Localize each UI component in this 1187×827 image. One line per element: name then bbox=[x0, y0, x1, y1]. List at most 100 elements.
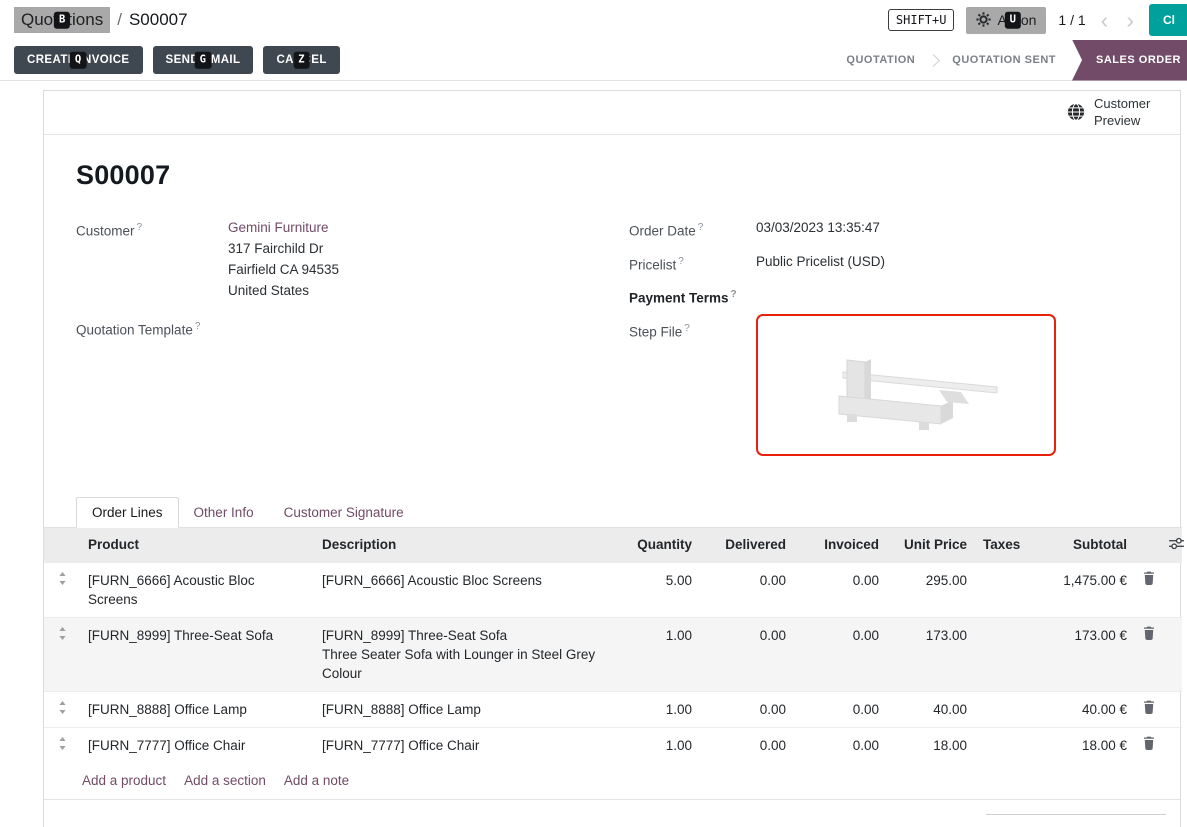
chevron-right-icon[interactable]: › bbox=[1123, 9, 1137, 32]
cell-invoiced[interactable]: 0.00 bbox=[794, 562, 887, 617]
order-date-field-value[interactable]: 03/03/2023 13:35:47 bbox=[756, 217, 1180, 242]
cell-description[interactable]: [FURN_7777] Office Chair bbox=[314, 727, 614, 763]
header-taxes: Taxes bbox=[975, 527, 1029, 562]
breadcrumb: Quotations B / S00007 bbox=[14, 7, 188, 33]
pager: 1 / 1 bbox=[1058, 12, 1085, 28]
customer-link[interactable]: Gemini Furniture bbox=[228, 220, 329, 235]
cell-quantity[interactable]: 5.00 bbox=[614, 562, 700, 617]
cell-invoiced[interactable]: 0.00 bbox=[794, 727, 887, 763]
cell-quantity[interactable]: 1.00 bbox=[614, 727, 700, 763]
cell-delivered[interactable]: 0.00 bbox=[700, 617, 794, 691]
shortcut-badge-b: B bbox=[54, 12, 70, 29]
cell-description[interactable]: [FURN_6666] Acoustic Bloc Screens bbox=[314, 562, 614, 617]
cell-quantity[interactable]: 1.00 bbox=[614, 617, 700, 691]
pricelist-field-value[interactable]: Public Pricelist (USD) bbox=[756, 251, 1180, 276]
shortcut-badge-q: Q bbox=[70, 52, 87, 69]
optional-columns-icon[interactable] bbox=[1169, 537, 1184, 553]
header-product: Product bbox=[80, 527, 314, 562]
cell-subtotal: 40.00 € bbox=[1029, 691, 1135, 727]
cell-invoiced[interactable]: 0.00 bbox=[794, 691, 887, 727]
table-row[interactable]: [FURN_7777] Office Chair [FURN_7777] Off… bbox=[44, 727, 1182, 763]
stage-sales-order[interactable]: SALES ORDER bbox=[1072, 40, 1187, 81]
field-group: Customer? Gemini Furniture 317 Fairchild… bbox=[76, 217, 1180, 465]
cell-product[interactable]: [FURN_7777] Office Chair bbox=[80, 727, 314, 763]
add-section-link[interactable]: Add a section bbox=[184, 773, 266, 788]
cell-subtotal: 18.00 € bbox=[1029, 727, 1135, 763]
header-handle bbox=[44, 527, 80, 562]
cell-product[interactable]: [FURN_6666] Acoustic Bloc Screens bbox=[80, 562, 314, 617]
quotation-template-field-value[interactable] bbox=[228, 316, 629, 341]
customer-address-line-1: 317 Fairchild Dr bbox=[228, 241, 323, 256]
order-date-field-label: Order Date? bbox=[629, 217, 756, 242]
tab-order-lines[interactable]: Order Lines bbox=[76, 497, 179, 528]
tab-customer-signature[interactable]: Customer Signature bbox=[269, 498, 419, 527]
help-marker: ? bbox=[731, 289, 737, 300]
cell-delivered[interactable]: 0.00 bbox=[700, 727, 794, 763]
cell-quantity[interactable]: 1.00 bbox=[614, 691, 700, 727]
cell-unit-price[interactable]: 173.00 bbox=[887, 617, 975, 691]
sheet-footer: Terms and conditions... Total: 1,706.00 … bbox=[44, 800, 1180, 827]
trash-icon[interactable] bbox=[1143, 626, 1155, 643]
header-unit-price: Unit Price bbox=[887, 527, 975, 562]
trash-icon[interactable] bbox=[1143, 700, 1155, 717]
header-delivered: Delivered bbox=[700, 527, 794, 562]
table-row[interactable]: [FURN_8888] Office Lamp [FURN_8888] Offi… bbox=[44, 691, 1182, 727]
drag-handle-icon[interactable] bbox=[58, 572, 67, 588]
shortcut-badge-z: Z bbox=[293, 52, 310, 69]
drag-handle-icon[interactable] bbox=[58, 701, 67, 717]
control-panel-right: SHIFT+U Action U 1 / 1 ‹ › Cl bbox=[888, 4, 1171, 36]
cancel-button[interactable]: CANCEL Z bbox=[263, 46, 339, 74]
payment-terms-field-label: Payment Terms? bbox=[629, 284, 756, 309]
drag-handle-icon[interactable] bbox=[58, 737, 67, 753]
cell-unit-price[interactable]: 295.00 bbox=[887, 562, 975, 617]
table-row[interactable]: [FURN_6666] Acoustic Bloc Screens [FURN_… bbox=[44, 562, 1182, 617]
table-row[interactable]: [FURN_8999] Three-Seat Sofa [FURN_8999] … bbox=[44, 617, 1182, 691]
payment-terms-field-value[interactable] bbox=[756, 284, 1180, 309]
breadcrumb-quotations[interactable]: Quotations B bbox=[14, 7, 110, 33]
breadcrumb-current: S00007 bbox=[129, 10, 188, 30]
cell-product[interactable]: [FURN_8999] Three-Seat Sofa bbox=[80, 617, 314, 691]
chevron-left-icon[interactable]: ‹ bbox=[1098, 9, 1112, 32]
trash-icon[interactable] bbox=[1143, 571, 1155, 588]
stage-quotation-sent[interactable]: QUOTATION SENT bbox=[936, 54, 1072, 66]
cell-taxes[interactable] bbox=[975, 617, 1029, 691]
cell-taxes[interactable] bbox=[975, 727, 1029, 763]
stage-quotation[interactable]: QUOTATION bbox=[830, 54, 931, 66]
description-note: Three Seater Sofa with Lounger in Steel … bbox=[322, 645, 606, 683]
cell-unit-price[interactable]: 18.00 bbox=[887, 727, 975, 763]
pricelist-field-label: Pricelist? bbox=[629, 251, 756, 276]
add-product-link[interactable]: Add a product bbox=[82, 773, 166, 788]
header-description: Description bbox=[314, 527, 614, 562]
customer-field-label: Customer? bbox=[76, 217, 228, 301]
action-menu-button[interactable]: Action U bbox=[966, 7, 1046, 34]
cell-unit-price[interactable]: 40.00 bbox=[887, 691, 975, 727]
cell-taxes[interactable] bbox=[975, 562, 1029, 617]
add-note-link[interactable]: Add a note bbox=[284, 773, 349, 788]
cell-delivered[interactable]: 0.00 bbox=[700, 562, 794, 617]
cell-invoiced[interactable]: 0.00 bbox=[794, 617, 887, 691]
send-email-button[interactable]: SEND EMAIL G bbox=[153, 46, 254, 74]
step-file-image-field[interactable] bbox=[756, 314, 1056, 456]
drag-handle-icon[interactable] bbox=[58, 627, 67, 643]
cell-product[interactable]: [FURN_8888] Office Lamp bbox=[80, 691, 314, 727]
order-lines-table: Product Description Quantity Delivered I… bbox=[44, 527, 1182, 763]
customer-address-line-2: Fairfield CA 94535 bbox=[228, 262, 339, 277]
trash-icon[interactable] bbox=[1143, 736, 1155, 753]
edge-button[interactable]: Cl bbox=[1149, 4, 1187, 36]
help-marker: ? bbox=[137, 222, 143, 233]
quotation-template-field-label: Quotation Template? bbox=[76, 316, 228, 341]
customer-preview-link[interactable]: Customer Preview bbox=[1067, 96, 1158, 129]
notebook-tabs: Order Lines Other Info Customer Signatur… bbox=[76, 497, 1180, 527]
page-title: S00007 bbox=[76, 160, 1180, 191]
cell-description[interactable]: [FURN_8888] Office Lamp bbox=[314, 691, 614, 727]
help-marker: ? bbox=[678, 256, 684, 267]
shortcut-hint-shift-u: SHIFT+U bbox=[888, 9, 955, 31]
sheet-header: Customer Preview bbox=[44, 91, 1180, 135]
sales-order-sheet: Customer Preview S00007 Customer? Gemini… bbox=[43, 90, 1181, 827]
create-invoice-button[interactable]: CREATE INVOICE Q bbox=[14, 46, 143, 74]
cell-delivered[interactable]: 0.00 bbox=[700, 691, 794, 727]
cell-taxes[interactable] bbox=[975, 691, 1029, 727]
tab-other-info[interactable]: Other Info bbox=[179, 498, 269, 527]
cell-description[interactable]: [FURN_8999] Three-Seat Sofa Three Seater… bbox=[314, 617, 614, 691]
table-header-row: Product Description Quantity Delivered I… bbox=[44, 527, 1182, 562]
